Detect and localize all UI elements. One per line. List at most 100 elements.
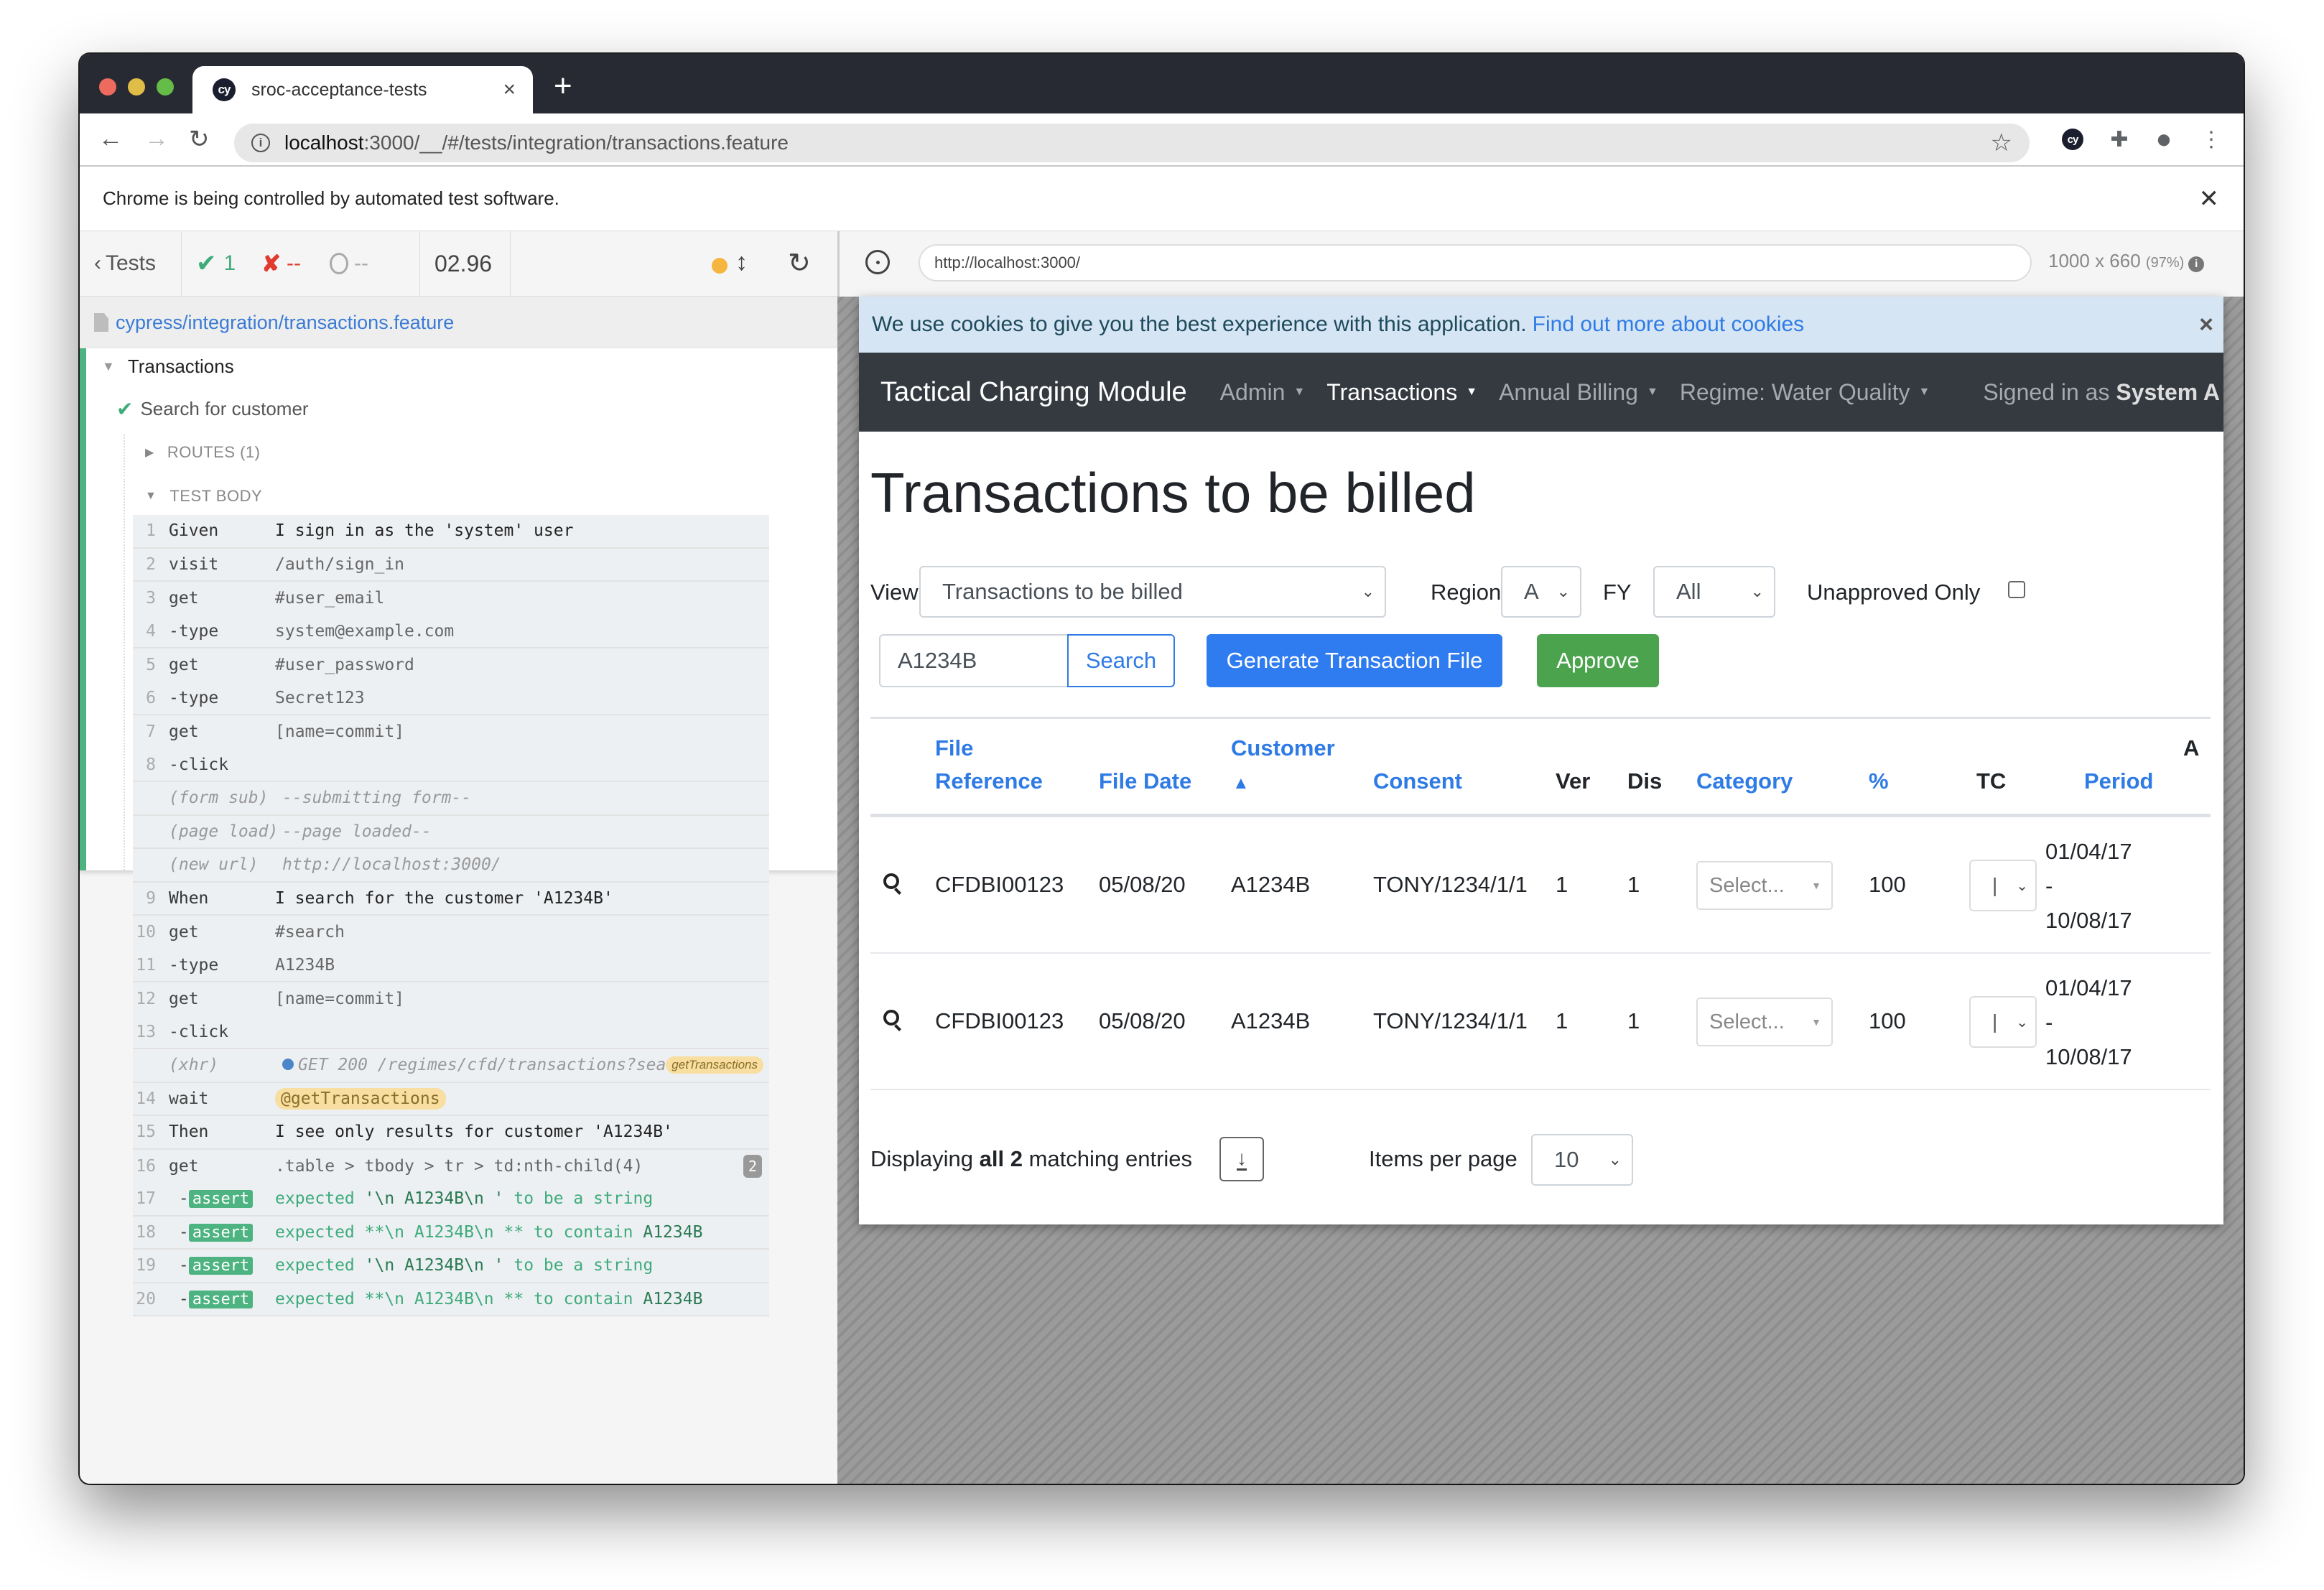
profile-avatar-icon[interactable]: ● (2151, 124, 2177, 154)
command-row[interactable]: 8 -click (133, 748, 769, 782)
header-consent[interactable]: Consent (1373, 765, 1462, 798)
command-row[interactable]: 20 - assert expected **\n A1234B\n ** to c… (133, 1283, 769, 1316)
command-row[interactable]: 6 -type Secret123 (133, 682, 769, 715)
address-bar[interactable]: i localhost:3000/__/#/tests/integration/… (234, 124, 2030, 162)
command-row[interactable]: (form sub) --submitting form-- (133, 782, 769, 816)
header-file-date[interactable]: File Date (1099, 765, 1191, 798)
fy-label: FY (1603, 580, 1632, 605)
search-button[interactable]: Search (1067, 634, 1175, 687)
command-row[interactable]: 15 Then I see only results for customer 'A… (133, 1116, 769, 1150)
command-row[interactable]: 13 -click (133, 1015, 769, 1049)
search-input[interactable]: A1234B (879, 634, 1067, 687)
command-number: 16 (136, 1156, 156, 1176)
command-row[interactable]: (xhr) GET 200 /regimes/cfd/transactions?s… (133, 1049, 769, 1083)
command-row[interactable]: 2 visit/auth/sign_in (133, 548, 769, 582)
reload-icon[interactable]: ↻ (189, 125, 210, 154)
view-select[interactable]: Transactions to be billed ⌄ (919, 566, 1386, 618)
rerun-icon[interactable]: ↻ (788, 247, 811, 279)
tc-select[interactable]: | ⌄ (1969, 996, 2037, 1048)
automation-close-icon[interactable]: ✕ (2199, 185, 2220, 213)
maximize-window-button[interactable] (157, 78, 174, 96)
header-category[interactable]: Category (1696, 765, 1793, 798)
forward-icon[interactable]: → (144, 125, 169, 153)
unapproved-only-checkbox[interactable] (2008, 581, 2025, 598)
header-ver: Ver (1556, 768, 1591, 794)
download-csv-button[interactable]: ↓ (1219, 1137, 1264, 1181)
command-row[interactable]: 18 - assert expected **\n A1234B\n ** to c… (133, 1216, 769, 1250)
extensions-puzzle-icon[interactable]: ✚ (2106, 126, 2132, 152)
test-title[interactable]: ✔ Search for customer (116, 397, 309, 421)
header-percent[interactable]: % (1869, 765, 1889, 798)
tc-select[interactable]: | ⌄ (1969, 860, 2037, 911)
test-body-toggle[interactable]: ▼ TEST BODY (145, 487, 262, 506)
duration: 02.96 (420, 231, 511, 296)
back-icon[interactable]: ← (98, 125, 123, 153)
command-row[interactable]: 10 get #search (133, 916, 769, 949)
header-period[interactable]: Period (2084, 765, 2153, 798)
app-iframe: We use cookies to give you the best expe… (859, 297, 2223, 1224)
command-row[interactable]: 12 get [name=commit] (133, 982, 769, 1016)
command-name: - assert (162, 1290, 275, 1308)
command-message: --submitting form-- (282, 789, 472, 808)
command-message: [name=commit] (275, 722, 405, 742)
region-select[interactable]: A ⌄ (1501, 566, 1581, 618)
command-row[interactable]: 14 wait @getTransactions (133, 1082, 769, 1116)
command-row[interactable]: 1 Given I sign in as the 'system' user (133, 515, 769, 549)
command-number: 3 (146, 589, 156, 608)
command-row[interactable]: 16 get .table > tbody > tr > td:nth-child(… (133, 1149, 769, 1183)
site-info-icon[interactable]: i (251, 134, 270, 152)
selector-playground-icon[interactable] (865, 250, 890, 274)
header-tc: TC (1976, 768, 2007, 794)
command-row[interactable]: 17 - assert expected '\n A1234B\n ' to be … (133, 1183, 769, 1217)
command-row[interactable]: 7 get [name=commit] (133, 715, 769, 749)
chevron-down-icon: ⌄ (2016, 878, 2028, 894)
caret-down-icon: ▼ (145, 490, 157, 502)
header-customer[interactable]: Customer ▲ (1231, 732, 1335, 800)
cookie-close-icon[interactable]: × (2199, 311, 2213, 339)
nav-admin[interactable]: Admin ▼ (1220, 379, 1306, 406)
toggle-auto-scroll-icon[interactable]: ↕ (735, 248, 748, 276)
more-menu-icon[interactable]: ⋮ (2198, 126, 2224, 152)
search-detail-icon[interactable] (883, 873, 899, 889)
element-count-badge: 2 (743, 1154, 762, 1178)
command-row[interactable]: (new url) http://localhost:3000/ (133, 849, 769, 883)
command-message: .table > tbody > tr > td:nth-child(4) (275, 1156, 643, 1176)
nav-transactions[interactable]: Transactions ▼ (1326, 379, 1477, 406)
app-brand[interactable]: Tactical Charging Module (880, 377, 1187, 408)
new-tab-button[interactable]: + (554, 68, 572, 104)
command-message: http://localhost:3000/ (282, 855, 501, 875)
command-message: [name=commit] (275, 990, 405, 1009)
viewport-info[interactable]: 1000 x 660 (97%) i (2048, 250, 2205, 272)
command-row[interactable]: 9 When I search for the customer 'A1234B' (133, 882, 769, 916)
command-row[interactable]: 4 -type system@example.com (133, 615, 769, 648)
cookie-link[interactable]: Find out more about cookies (1533, 312, 1805, 337)
close-window-button[interactable] (99, 78, 116, 96)
command-row[interactable]: 19 - assert expected '\n A1234B\n ' to be … (133, 1250, 769, 1283)
nav-regime-water-quality[interactable]: Regime: Water Quality ▼ (1680, 379, 1930, 406)
items-per-page-select[interactable]: 10 ⌄ (1531, 1134, 1633, 1186)
approve-button[interactable]: Approve (1537, 634, 1659, 687)
back-to-tests-button[interactable]: ‹ Tests (80, 231, 182, 296)
aut-url-field[interactable]: http://localhost:3000/ (919, 244, 2032, 282)
suite-title[interactable]: ▼ Transactions (102, 355, 234, 378)
command-row[interactable]: 5 get #user_password (133, 648, 769, 682)
header-file-reference[interactable]: File Reference (935, 732, 1043, 798)
browser-tab[interactable]: cy sroc-acceptance-tests × (192, 66, 533, 113)
category-select[interactable]: Select... ▼ (1696, 861, 1833, 910)
bookmark-star-icon[interactable]: ☆ (1991, 129, 2012, 157)
fy-select[interactable]: All ⌄ (1653, 566, 1775, 618)
command-row[interactable]: 11 -type A1234B (133, 949, 769, 982)
signed-in-user[interactable]: System A (2116, 379, 2220, 405)
cypress-extension-icon[interactable]: cy (2060, 126, 2086, 152)
generate-transaction-file-button[interactable]: Generate Transaction File (1207, 634, 1502, 687)
command-row[interactable]: (page load) --page loaded-- (133, 815, 769, 849)
tab-close-icon[interactable]: × (503, 78, 516, 102)
minimize-window-button[interactable] (128, 78, 145, 96)
category-select[interactable]: Select... ▼ (1696, 998, 1833, 1046)
command-name: get (169, 722, 199, 742)
routes-toggle[interactable]: ▶ ROUTES (1) (145, 443, 261, 462)
command-row[interactable]: 3 get #user_email (133, 582, 769, 615)
spec-file-path[interactable]: cypress/integration/transactions.feature (80, 297, 837, 348)
search-detail-icon[interactable] (883, 1010, 899, 1026)
nav-annual-billing[interactable]: Annual Billing ▼ (1499, 379, 1658, 406)
